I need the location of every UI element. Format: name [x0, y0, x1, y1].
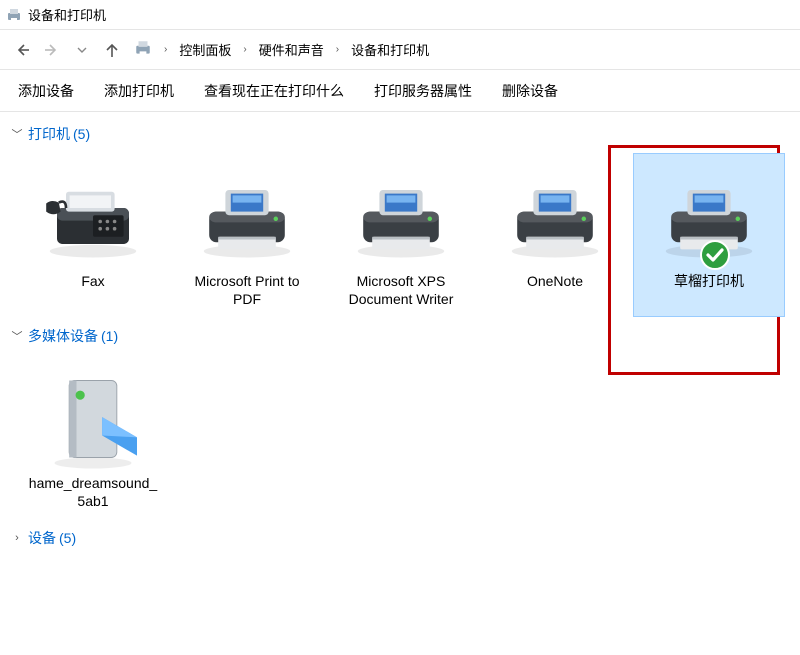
breadcrumb-chevron-icon[interactable]: › [241, 44, 248, 55]
group-count: (5) [56, 530, 76, 546]
arrow-right-icon [44, 42, 60, 58]
group-count: (5) [70, 126, 90, 142]
expand-collapse-icon: ﹀ [10, 328, 24, 344]
nav-forward-button[interactable] [40, 38, 64, 62]
device-ms-xps[interactable]: Microsoft XPS Document Writer [326, 154, 476, 316]
default-check-icon [699, 239, 731, 274]
device-label: hame_dreamsound_5ab1 [22, 472, 164, 510]
expand-collapse-icon: ﹀ [10, 126, 24, 142]
printer-icon [192, 172, 302, 262]
group-label: 打印机 [24, 124, 70, 144]
nav-bar: › 控制面板 › 硬件和声音 › 设备和打印机 [0, 30, 800, 70]
cmd-add-printer[interactable]: 添加打印机 [104, 81, 174, 101]
device-label: Microsoft Print to PDF [176, 270, 318, 308]
device-onenote[interactable]: OneNote [480, 154, 630, 316]
device-fax[interactable]: Fax [18, 154, 168, 316]
device-caolu-printer[interactable]: 草榴打印机 [634, 154, 784, 316]
breadcrumb-chevron-icon[interactable]: › [162, 44, 169, 55]
device-label: OneNote [484, 270, 626, 290]
group-count: (1) [98, 328, 118, 344]
nav-back-button[interactable] [10, 38, 34, 62]
printers-items: Fax Microsoft Print to PDF [10, 150, 800, 320]
group-header-printers[interactable]: ﹀ 打印机 (5) [10, 118, 800, 150]
group-header-devices[interactable]: › 设备 (5) [10, 522, 800, 554]
window-title: 设备和打印机 [28, 5, 106, 24]
breadcrumb-chevron-icon[interactable]: › [334, 44, 341, 55]
chevron-down-icon [77, 45, 87, 55]
cmd-add-device[interactable]: 添加设备 [18, 81, 74, 101]
breadcrumb-item-2[interactable]: 设备和打印机 [347, 38, 433, 61]
cmd-see-printing[interactable]: 查看现在正在打印什么 [204, 81, 344, 101]
fax-icon [38, 172, 148, 262]
arrow-left-icon [14, 42, 30, 58]
devices-printers-icon [134, 39, 152, 57]
expand-collapse-icon: › [10, 532, 24, 544]
multimedia-items: hame_dreamsound_5ab1 [10, 352, 800, 522]
address-icon [134, 39, 152, 60]
device-hame-dreamsound[interactable]: hame_dreamsound_5ab1 [18, 356, 168, 518]
arrow-up-icon [104, 42, 120, 58]
device-ms-print-pdf[interactable]: Microsoft Print to PDF [172, 154, 322, 316]
devices-printers-app-icon [6, 7, 22, 23]
breadcrumb-item-0[interactable]: 控制面板 [175, 38, 235, 61]
cmd-print-server-props[interactable]: 打印服务器属性 [374, 81, 472, 101]
printer-icon [346, 172, 456, 262]
cmd-remove-device[interactable]: 删除设备 [502, 81, 558, 101]
nav-up-button[interactable] [100, 38, 124, 62]
title-bar: 设备和打印机 [0, 0, 800, 30]
group-label: 设备 [24, 528, 56, 548]
group-label: 多媒体设备 [24, 326, 98, 346]
printer-icon [500, 172, 610, 262]
group-header-multimedia[interactable]: ﹀ 多媒体设备 (1) [10, 320, 800, 352]
breadcrumb-item-1[interactable]: 硬件和声音 [255, 38, 328, 61]
nav-recent-button[interactable] [70, 38, 94, 62]
media-device-icon [38, 364, 148, 474]
content-area: ﹀ 打印机 (5) Fax [0, 112, 800, 554]
command-bar: 添加设备 添加打印机 查看现在正在打印什么 打印服务器属性 删除设备 [0, 70, 800, 112]
device-label: Microsoft XPS Document Writer [330, 270, 472, 308]
device-label: Fax [22, 270, 164, 290]
